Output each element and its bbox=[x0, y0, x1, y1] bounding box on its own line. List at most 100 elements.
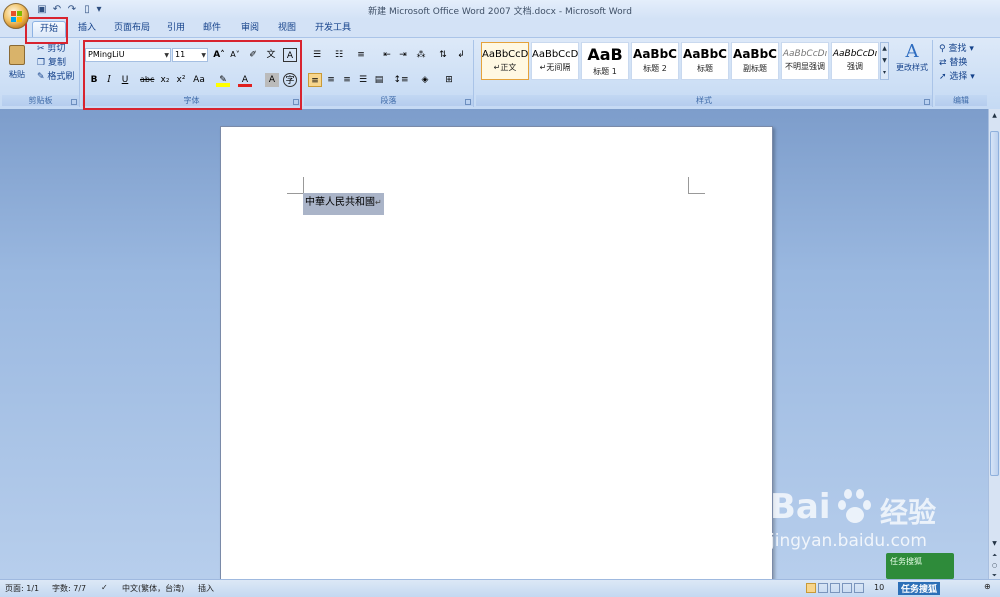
format-painter-label: 格式刷 bbox=[47, 72, 75, 82]
format-painter-button[interactable]: ✎ 格式刷 bbox=[36, 70, 78, 84]
customize-qat-icon[interactable]: ▾ bbox=[96, 4, 102, 16]
outline-view-icon[interactable] bbox=[842, 583, 852, 593]
word-count[interactable]: 字数: 7/7 bbox=[52, 583, 86, 594]
styles-scroll[interactable]: ▲ ▼ ▾ bbox=[880, 42, 889, 80]
replace-icon: ⇄ bbox=[939, 58, 947, 68]
document-text: 中華人民共和國 bbox=[305, 197, 375, 208]
increase-indent-button[interactable]: ⇥ bbox=[396, 48, 410, 62]
margin-corner-top-left bbox=[287, 177, 304, 194]
language-indicator[interactable]: 中文(繁体，台湾) bbox=[122, 583, 184, 594]
tab-review[interactable]: 审阅 bbox=[236, 21, 264, 37]
binoculars-icon: ⚲ bbox=[939, 44, 946, 54]
borders-button[interactable]: ⊞ bbox=[440, 73, 458, 87]
justify-button[interactable]: ☰ bbox=[356, 73, 370, 87]
style-subtle-emphasis[interactable]: AaBbCcDı 不明显强调 bbox=[781, 42, 829, 80]
style-name: 标题 2 bbox=[643, 64, 667, 73]
office-logo-icon bbox=[11, 11, 23, 23]
copy-label: 复制 bbox=[47, 58, 66, 68]
asian-layout-button[interactable]: ⁂ bbox=[412, 48, 430, 62]
style-heading-2[interactable]: AaBbC 标题 2 bbox=[631, 42, 679, 80]
zoom-in-icon[interactable]: ⊕ bbox=[984, 582, 991, 591]
distributed-button[interactable]: ▤ bbox=[372, 73, 386, 87]
watermark-badge: 任务搜狐 bbox=[886, 553, 954, 579]
print-layout-view-icon[interactable] bbox=[806, 583, 816, 593]
numbering-button[interactable]: ☷ bbox=[330, 48, 348, 62]
paragraph-group: ☰ ☷ ≡ ⇤ ⇥ ⁂ ⇅ ↲ ≡ ≡ ≡ ☰ ▤ ↕≡ ◈ ⊞ 段落 bbox=[304, 40, 474, 107]
zoom-level[interactable]: 10 bbox=[874, 583, 884, 592]
style-heading-1[interactable]: AaB 标题 1 bbox=[581, 42, 629, 80]
change-styles-button[interactable]: A 更改样式 bbox=[893, 42, 931, 82]
new-document-icon[interactable]: ▯ bbox=[81, 4, 93, 16]
scissors-icon: ✂ bbox=[37, 44, 45, 54]
style-name: 副标题 bbox=[743, 64, 767, 73]
tab-page-layout[interactable]: 页面布局 bbox=[110, 21, 154, 37]
style-name: 标题 1 bbox=[593, 67, 617, 76]
multilevel-list-button[interactable]: ≡ bbox=[352, 48, 370, 62]
replace-button[interactable]: ⇄ 替换 bbox=[938, 56, 984, 70]
document-page[interactable]: 中華人民共和國↵ bbox=[220, 126, 773, 586]
insert-mode[interactable]: 插入 bbox=[198, 583, 214, 594]
line-spacing-button[interactable]: ↕≡ bbox=[392, 73, 410, 87]
align-left-button[interactable]: ≡ bbox=[308, 73, 322, 87]
style-emphasis[interactable]: AaBbCcDı 强调 bbox=[831, 42, 879, 80]
align-center-button[interactable]: ≡ bbox=[324, 73, 338, 87]
editing-group: ⚲ 查找 ▾ ⇄ 替换 ➚ 选择 ▾ 编辑 bbox=[935, 40, 987, 107]
view-buttons bbox=[806, 583, 864, 593]
paste-label: 粘贴 bbox=[9, 70, 25, 79]
style-title[interactable]: AaBbC 标题 bbox=[681, 42, 729, 80]
baidu-watermark: Bai 经验 jingyan.baidu.com bbox=[770, 487, 995, 551]
style-sample: AaBbC bbox=[683, 47, 727, 61]
page-count[interactable]: 页面: 1/1 bbox=[5, 583, 39, 594]
paragraph-dialog-launcher[interactable] bbox=[465, 99, 471, 105]
copy-button[interactable]: ❐ 复制 bbox=[36, 56, 76, 70]
select-button[interactable]: ➚ 选择 ▾ bbox=[938, 70, 984, 84]
style-sample: AaBbCcD bbox=[482, 49, 528, 60]
find-button[interactable]: ⚲ 查找 ▾ bbox=[938, 42, 984, 56]
prev-page-icon[interactable]: ⏶ bbox=[990, 551, 999, 560]
show-marks-button[interactable]: ↲ bbox=[454, 48, 468, 62]
draft-view-icon[interactable] bbox=[854, 583, 864, 593]
decrease-indent-button[interactable]: ⇤ bbox=[380, 48, 394, 62]
tab-view[interactable]: 视图 bbox=[273, 21, 301, 37]
tab-insert[interactable]: 插入 bbox=[72, 21, 102, 37]
status-bar: 页面: 1/1 字数: 7/7 ✓ 中文(繁体，台湾) 插入 10 任务搜狐 ⊕ bbox=[0, 579, 1000, 597]
window-title: 新建 Microsoft Office Word 2007 文档.docx - … bbox=[368, 7, 632, 17]
align-right-button[interactable]: ≡ bbox=[340, 73, 354, 87]
style-name: 标题 bbox=[697, 64, 713, 73]
undo-icon[interactable]: ↶ bbox=[51, 4, 63, 16]
paragraph-mark-icon: ↵ bbox=[375, 198, 382, 207]
scroll-thumb[interactable] bbox=[990, 131, 999, 476]
clipboard-dialog-launcher[interactable] bbox=[71, 99, 77, 105]
shading-button[interactable]: ◈ bbox=[416, 73, 434, 87]
tab-references[interactable]: 引用 bbox=[162, 21, 190, 37]
bullets-button[interactable]: ☰ bbox=[308, 48, 326, 62]
style-sample: AaB bbox=[587, 45, 623, 64]
style-sample: AaBbCcD bbox=[532, 49, 578, 60]
style-name: 不明显强调 bbox=[785, 62, 825, 71]
paste-button[interactable]: 粘贴 bbox=[6, 42, 28, 86]
watermark-brand: Bai bbox=[770, 487, 831, 527]
tab-mailings[interactable]: 邮件 bbox=[198, 21, 226, 37]
style-normal[interactable]: AaBbCcD ↵正文 bbox=[481, 42, 529, 80]
office-button[interactable] bbox=[3, 3, 29, 29]
save-icon[interactable]: ▣ bbox=[36, 4, 48, 16]
style-sample: AaBbCcDı bbox=[782, 49, 828, 59]
selected-text[interactable]: 中華人民共和國↵ bbox=[303, 193, 384, 215]
style-subtitle[interactable]: AaBbC 副标题 bbox=[731, 42, 779, 80]
style-no-spacing[interactable]: AaBbCcD ↵无间隔 bbox=[531, 42, 579, 80]
watermark-brand2: 经验 bbox=[880, 496, 937, 529]
tab-developer[interactable]: 开发工具 bbox=[310, 21, 356, 37]
proofing-icon[interactable]: ✓ bbox=[101, 583, 108, 592]
sort-button[interactable]: ⇅ bbox=[436, 48, 450, 62]
ribbon-tabs: 开始 插入 页面布局 引用 邮件 审阅 视图 开发工具 bbox=[0, 19, 1000, 37]
redo-icon[interactable]: ↷ bbox=[66, 4, 78, 16]
cut-label: 剪切 bbox=[47, 44, 66, 54]
web-layout-view-icon[interactable] bbox=[830, 583, 840, 593]
paw-icon bbox=[838, 489, 878, 525]
full-screen-view-icon[interactable] bbox=[818, 583, 828, 593]
cut-button[interactable]: ✂ 剪切 bbox=[36, 42, 76, 56]
style-name: ↵正文 bbox=[493, 63, 517, 72]
styles-dialog-launcher[interactable] bbox=[924, 99, 930, 105]
scroll-up-icon[interactable]: ▲ bbox=[990, 111, 999, 120]
browse-object-icon[interactable]: ○ bbox=[990, 561, 999, 570]
